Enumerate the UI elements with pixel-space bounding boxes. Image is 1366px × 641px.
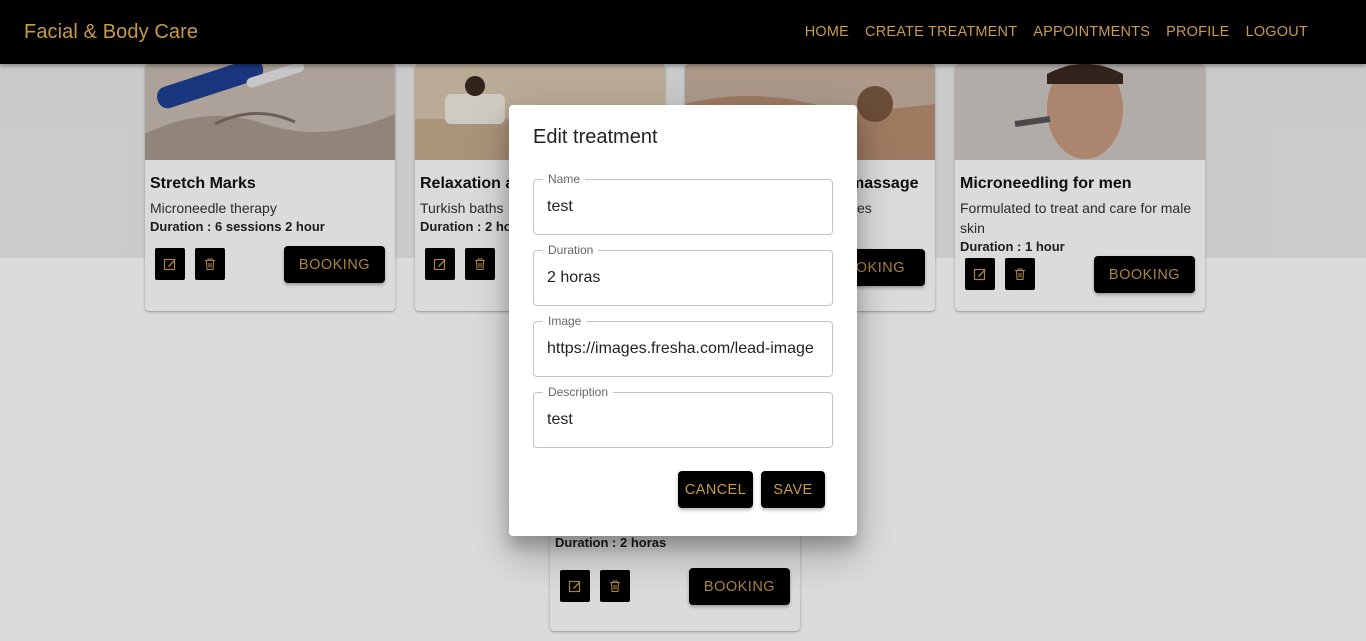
description-field[interactable]: Description test — [533, 385, 833, 448]
dialog-title: Edit treatment — [533, 126, 658, 148]
name-field[interactable]: Name test — [533, 172, 833, 235]
duration-field[interactable]: Duration 2 horas — [533, 243, 833, 306]
nav-profile[interactable]: PROFILE — [1158, 18, 1237, 46]
app-title[interactable]: Facial & Body Care — [24, 21, 198, 44]
edit-treatment-dialog: Edit treatment Name test Duration 2 hora… — [509, 105, 857, 536]
image-input[interactable]: https://images.fresha.com/lead-image — [547, 322, 821, 376]
nav-logout[interactable]: LOGOUT — [1238, 18, 1316, 46]
duration-input[interactable]: 2 horas — [547, 251, 821, 305]
save-button[interactable]: SAVE — [761, 471, 825, 508]
app-bar: Facial & Body Care HOME CREATE TREATMENT… — [0, 0, 1366, 64]
nav-create-treatment[interactable]: CREATE TREATMENT — [857, 18, 1025, 46]
image-field[interactable]: Image https://images.fresha.com/lead-ima… — [533, 314, 833, 377]
name-input[interactable]: test — [547, 180, 821, 234]
nav-home[interactable]: HOME — [797, 18, 857, 46]
description-input[interactable]: test — [547, 393, 821, 447]
nav-appointments[interactable]: APPOINTMENTS — [1025, 18, 1158, 46]
cancel-button[interactable]: CANCEL — [678, 471, 753, 508]
main-nav: HOME CREATE TREATMENT APPOINTMENTS PROFI… — [797, 18, 1316, 46]
